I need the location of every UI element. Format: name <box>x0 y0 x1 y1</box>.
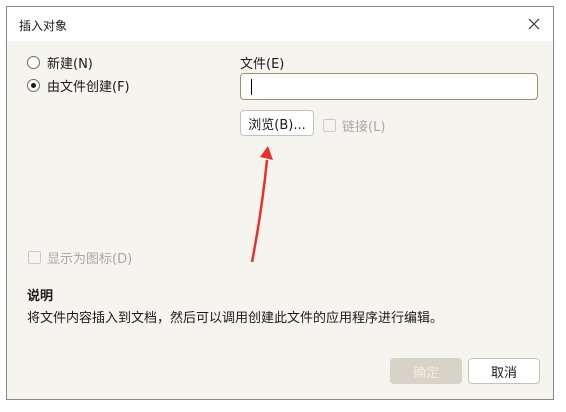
annotation-arrow-icon <box>250 146 273 263</box>
